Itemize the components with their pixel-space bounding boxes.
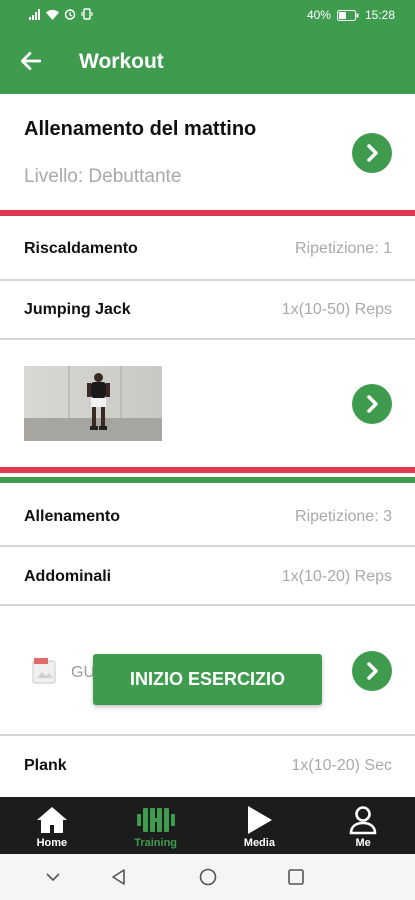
system-navigation-bar: [0, 854, 415, 900]
clock: 15:28: [364, 8, 395, 22]
play-icon: [248, 806, 273, 834]
exercise-thumbnail-placeholder[interactable]: GU: [24, 654, 95, 688]
status-icons-right: 40% 15:28: [307, 8, 395, 22]
nav-training-label: Training: [134, 837, 178, 849]
nav-training[interactable]: Training: [104, 797, 208, 854]
start-exercise-button[interactable]: INIZIO ESERCIZIO: [93, 654, 322, 705]
nav-media[interactable]: Media: [208, 797, 312, 854]
nav-media-label: Media: [243, 837, 275, 849]
exercise-reps: 1x(10-20) Reps: [281, 568, 392, 585]
signal-icon: [29, 8, 40, 20]
exercise-name: Jumping Jack: [24, 301, 131, 318]
exercise-reps: 1x(10-20) Sec: [291, 757, 393, 774]
home-icon: [36, 807, 67, 833]
vibrate-icon: [81, 8, 93, 20]
warmup-title: Riscaldamento: [24, 240, 138, 257]
workout-header[interactable]: Allenamento del mattino Livello: Debutta…: [0, 94, 415, 210]
open-workout-button[interactable]: [352, 133, 392, 173]
wifi-icon: [46, 9, 59, 20]
training-title: Allenamento: [24, 508, 121, 525]
chevron-right-icon: [367, 662, 378, 680]
nav-me-label: Me: [355, 837, 371, 849]
broken-image-icon: [32, 658, 56, 684]
collapse-chevron-icon[interactable]: [44, 868, 62, 886]
dumbbell-icon: [136, 808, 175, 832]
status-icons-left: [29, 8, 93, 20]
warmup-repetition: Ripetizione: 1: [295, 240, 392, 257]
divider: [0, 279, 415, 281]
nav-home[interactable]: Home: [0, 797, 104, 854]
app-bar: Workout: [0, 30, 415, 94]
chevron-right-icon: [367, 144, 378, 162]
page-title: Workout: [79, 50, 164, 73]
chevron-right-icon: [367, 395, 378, 413]
user-icon: [349, 806, 377, 835]
divider: [0, 338, 415, 340]
divider: [0, 545, 415, 547]
status-bar: 40% 15:28: [0, 0, 415, 30]
section-separator-red: [0, 467, 415, 473]
exercise-reps: 1x(10-50) Reps: [281, 301, 392, 318]
exercise-thumbnail[interactable]: [24, 366, 162, 441]
workout-name: Allenamento del mattino: [24, 118, 257, 140]
home-circle-icon[interactable]: [199, 868, 217, 886]
back-arrow-icon[interactable]: [18, 48, 44, 74]
alarm-icon: [64, 9, 76, 20]
section-separator-red: [0, 210, 415, 216]
bottom-navigation: Home Training Media Me: [0, 797, 415, 854]
training-repetition: Ripetizione: 3: [295, 508, 392, 525]
exercise-name: Plank: [24, 757, 67, 774]
workout-level: Livello: Debuttante: [24, 166, 182, 187]
nav-me[interactable]: Me: [311, 797, 415, 854]
recents-square-icon[interactable]: [287, 868, 305, 886]
thumbnail-alt-text: GU: [71, 664, 95, 681]
open-exercise-button[interactable]: [352, 651, 392, 691]
section-separator-green: [0, 477, 415, 483]
battery-icon: [336, 9, 359, 21]
divider: [0, 734, 415, 736]
exercise-name: Addominali: [24, 568, 112, 585]
open-exercise-button[interactable]: [352, 384, 392, 424]
nav-home-label: Home: [36, 837, 68, 849]
back-triangle-icon[interactable]: [110, 868, 128, 886]
divider: [0, 604, 415, 606]
battery-percent: 40%: [306, 8, 331, 22]
